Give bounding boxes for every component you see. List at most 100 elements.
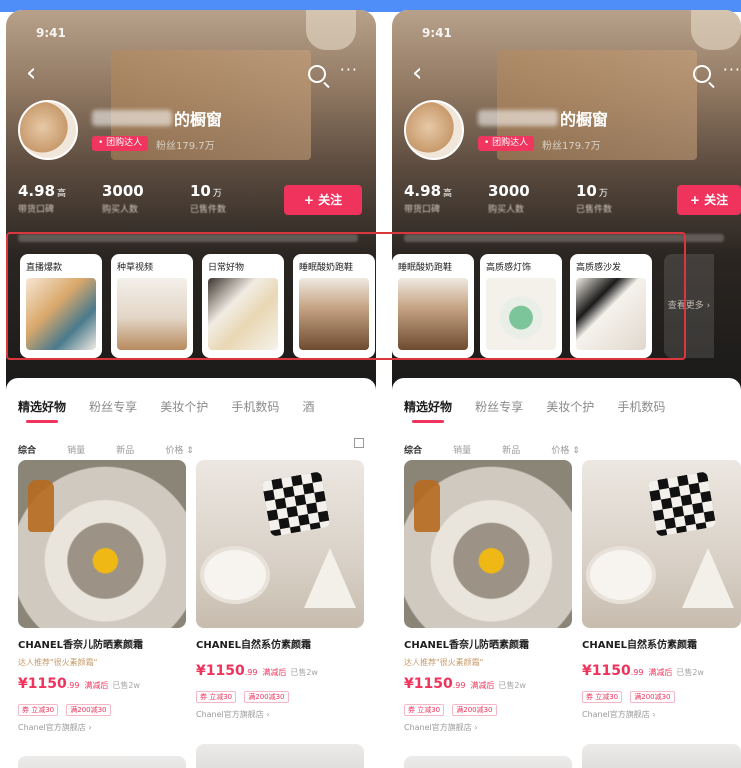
background-lamp <box>306 10 356 50</box>
promo-tags: 券 立减30 满200减30 <box>582 684 741 703</box>
back-arrow-icon[interactable]: ‹ <box>26 60 36 86</box>
product-card[interactable]: CHANEL自然系仿素颜霜 ¥1150.99 满减后 已售2w 券 立减30 满2… <box>196 460 364 720</box>
grid-view-icon[interactable] <box>354 438 364 448</box>
sort-new[interactable]: 新品 <box>502 443 520 456</box>
stat-sold: 10 万 已售件数 <box>190 182 226 215</box>
left-phone-screen: 9:41 ‹ ··· 的橱窗 • 团购达人 粉丝179.7万 4.98 高 带货口… <box>6 10 376 768</box>
store-link[interactable]: Chanel官方旗舰店 › <box>582 709 741 720</box>
sort-price[interactable]: 价格 ⇕ <box>551 443 579 456</box>
promo-tag: 券 立减30 <box>582 691 623 703</box>
follower-count: 粉丝179.7万 <box>542 141 601 152</box>
stat-buyers: 3000 购买人数 <box>102 182 144 215</box>
price-note: 满减后 <box>84 681 109 690</box>
search-icon[interactable] <box>693 65 711 83</box>
category-tabs: 精选好物 粉丝专享 美妆个护 手机数码 酒 <box>18 396 332 423</box>
sort-sales[interactable]: 销量 <box>453 443 471 456</box>
stat-unit: 万 <box>598 189 608 199</box>
product-subtitle: 达人推荐"很火素颜霜" <box>18 658 98 667</box>
category-card[interactable]: 睡眠酸奶跑鞋 <box>392 254 474 358</box>
store-link[interactable]: Chanel官方旗舰店 › <box>18 722 186 733</box>
next-product-thumb[interactable] <box>404 756 572 768</box>
category-image <box>486 278 556 350</box>
more-icon[interactable]: ··· <box>723 60 741 79</box>
sold-count: 已售2w <box>290 668 318 677</box>
view-more-card[interactable]: 查看更多 › <box>664 254 714 358</box>
tab-digital[interactable]: 手机数码 <box>231 398 279 415</box>
product-card[interactable]: CHANEL自然系仿素颜霜 ¥1150.99 满减后 已售2w 券 立减30 满2… <box>582 460 741 720</box>
shop-subinfo-row <box>404 234 724 242</box>
stat-unit: 高 <box>443 189 453 199</box>
sort-new[interactable]: 新品 <box>116 443 134 456</box>
shop-name-redacted <box>478 110 558 126</box>
tab-featured[interactable]: 精选好物 <box>18 398 66 423</box>
stat-rating: 4.98 高 带货口碑 <box>18 182 66 215</box>
product-section: 精选好物 粉丝专享 美妆个护 手机数码 酒 综合 销量 新品 价格 ⇕ CHAN… <box>6 378 376 768</box>
product-price: ¥1150.99 满减后 已售2w <box>404 676 572 692</box>
next-product-thumb[interactable] <box>18 756 186 768</box>
promo-tag: 满200减30 <box>630 691 675 703</box>
sort-sales[interactable]: 销量 <box>67 443 85 456</box>
category-title: 高质感灯饰 <box>486 263 532 273</box>
right-phone-screen: 9:41 ‹ ··· 的橱窗 • 团购达人 粉丝179.7万 4.98 高 带货口… <box>392 10 741 768</box>
store-link[interactable]: Chanel官方旗舰店 › <box>404 722 572 733</box>
product-card[interactable]: CHANEL香奈儿防晒素颜霜 达人推荐"很火素颜霜" ¥1150.99 满减后已… <box>404 460 572 733</box>
tab-fan-exclusive[interactable]: 粉丝专享 <box>89 398 137 415</box>
category-card[interactable]: 睡眠酸奶跑鞋 <box>293 254 375 358</box>
stat-label: 带货口碑 <box>404 205 441 215</box>
tab-featured[interactable]: 精选好物 <box>404 398 452 423</box>
category-title: 直播爆款 <box>26 263 63 273</box>
price-decimal: .99 <box>244 668 258 677</box>
promo-tag: 满200减30 <box>452 704 497 716</box>
category-card[interactable]: 种草视频 <box>111 254 193 358</box>
sort-price[interactable]: 价格 ⇕ <box>165 443 193 456</box>
product-image <box>404 460 572 628</box>
category-card[interactable]: 高质感灯饰 <box>480 254 562 358</box>
follow-button[interactable]: + 关注 <box>677 185 741 215</box>
tab-beauty[interactable]: 美妆个护 <box>160 398 208 415</box>
product-price: ¥1150.99 满减后 已售2w <box>196 663 364 679</box>
tab-fan-exclusive[interactable]: 粉丝专享 <box>475 398 523 415</box>
tab-beauty[interactable]: 美妆个护 <box>546 398 594 415</box>
tab-alcohol[interactable]: 酒 <box>302 398 314 415</box>
tab-digital[interactable]: 手机数码 <box>617 398 665 415</box>
category-card[interactable]: 日常好物 <box>202 254 284 358</box>
next-product-thumb[interactable] <box>196 744 364 768</box>
search-icon[interactable] <box>308 65 326 83</box>
background-lamp <box>691 10 741 50</box>
product-title: CHANEL香奈儿防晒素颜霜 <box>404 640 530 651</box>
product-price: ¥1150.99 满减后 已售2w <box>18 676 186 692</box>
shop-subinfo-row <box>18 234 358 242</box>
promo-tags: 券 立减30 满200减30 <box>18 697 186 716</box>
product-card[interactable]: CHANEL香奈儿防晒素颜霜 达人推荐"很火素颜霜" ¥1150.99 满减后已… <box>18 460 186 733</box>
category-title: 日常好物 <box>208 263 245 273</box>
category-card[interactable]: 直播爆款 <box>20 254 102 358</box>
next-product-thumb[interactable] <box>582 744 741 768</box>
price-main: ¥1150 <box>18 676 67 692</box>
creator-badge: • 团购达人 <box>478 136 535 151</box>
promo-tag: 券 立减30 <box>18 704 59 716</box>
creator-badge: • 团购达人 <box>92 136 149 151</box>
stat-buyers: 3000 购买人数 <box>488 182 530 215</box>
more-icon[interactable]: ··· <box>340 60 358 79</box>
shop-avatar[interactable] <box>404 100 464 160</box>
product-image <box>582 460 741 628</box>
product-price: ¥1150.99 满减后 已售2w <box>582 663 741 679</box>
category-card[interactable]: 高质感沙发 <box>570 254 652 358</box>
stat-value: 10 <box>576 182 597 200</box>
store-link[interactable]: Chanel官方旗舰店 › <box>196 709 364 720</box>
stat-value: 3000 <box>488 182 530 200</box>
stat-value: 3000 <box>102 182 144 200</box>
back-arrow-icon[interactable]: ‹ <box>412 60 422 86</box>
sort-overall[interactable]: 综合 <box>404 443 422 456</box>
stat-label: 已售件数 <box>190 205 227 215</box>
category-image <box>299 278 369 350</box>
follow-button[interactable]: + 关注 <box>284 185 362 215</box>
promo-tags: 券 立减30 满200减30 <box>196 684 364 703</box>
stat-label: 购买人数 <box>488 205 525 215</box>
shop-avatar[interactable] <box>18 100 78 160</box>
shop-name: 的橱窗 <box>560 110 609 129</box>
sort-overall[interactable]: 综合 <box>18 443 36 456</box>
price-decimal: .99 <box>452 681 466 690</box>
stat-unit: 万 <box>212 189 222 199</box>
product-section: 精选好物 粉丝专享 美妆个护 手机数码 综合 销量 新品 价格 ⇕ CHANEL… <box>392 378 741 768</box>
